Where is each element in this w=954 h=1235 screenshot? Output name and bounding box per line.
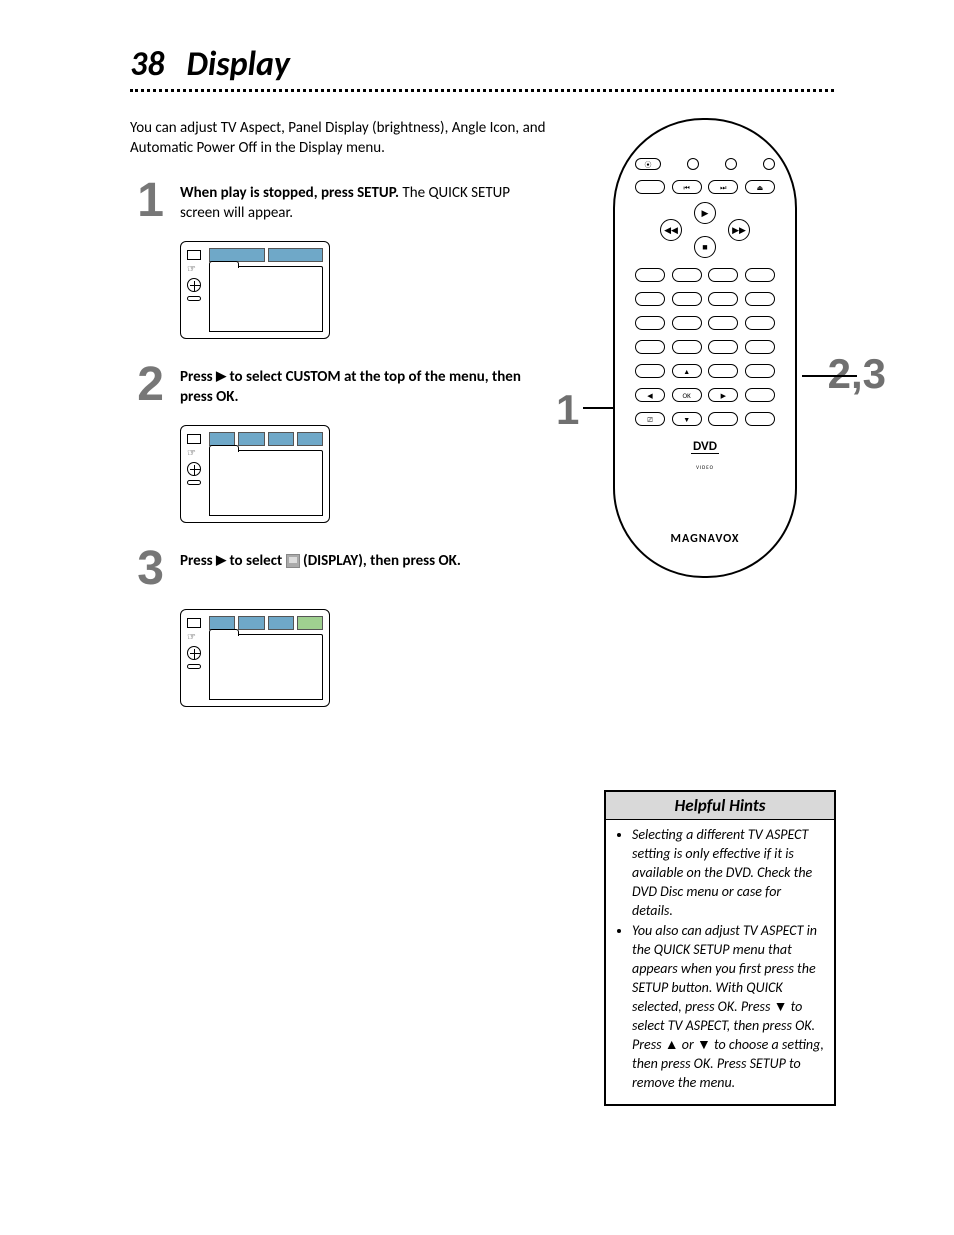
hint-item: Selecting a different TV ASPECT setting … <box>632 826 824 920</box>
screenshot-tabs <box>209 432 323 446</box>
remote-row: ⏮⏭⏏ <box>635 180 775 194</box>
step-3: 3 Press ▶ to select (DISPLAY), then pres… <box>130 545 550 593</box>
screenshot-panel <box>209 634 323 700</box>
step-number: 3 <box>130 545 164 593</box>
screenshot-panel <box>209 266 323 332</box>
screenshot-tabs <box>209 616 323 630</box>
screenshot-2: ☞ <box>180 425 330 523</box>
remote-row <box>635 316 775 330</box>
page-number: 38 <box>130 44 164 85</box>
screenshot-1: ☞ <box>180 241 330 339</box>
remote-nav: ▶ ◀◀ ▶▶ ■ <box>664 204 746 256</box>
remote-row: ▲ <box>635 364 775 378</box>
remote-row <box>635 340 775 354</box>
screenshot-controls: ☞ <box>187 434 205 485</box>
remote-row: ⦿ <box>635 158 775 170</box>
step-2: 2 Press ▶ to select CUSTOM at the top of… <box>130 361 550 409</box>
step-text: Press ▶ to select CUSTOM at the top of t… <box>180 361 550 408</box>
screenshot-controls: ☞ <box>187 618 205 669</box>
right-column: 1 2,3 ⦿ ⏮⏭⏏ ▶ ◀◀ ▶▶ ■ <box>586 118 836 1106</box>
hints-body: Selecting a different TV ASPECT setting … <box>606 820 834 1104</box>
right-arrow-icon: ▶ <box>216 368 226 386</box>
step-text: Press ▶ to select (DISPLAY), then press … <box>180 545 461 571</box>
remote-body: ⦿ ⏮⏭⏏ ▶ ◀◀ ▶▶ ■ ▲ ◀O <box>613 118 797 578</box>
step3-pre: Press <box>180 552 216 570</box>
screenshot-controls: ☞ <box>187 250 205 301</box>
step3-post: (DISPLAY), then press OK. <box>303 552 461 570</box>
remote-row <box>635 292 775 306</box>
step-1: 1 When play is stopped, press SETUP. The… <box>130 177 550 225</box>
hints-title: Helpful Hints <box>606 792 834 820</box>
display-icon <box>286 554 300 568</box>
step2-mid: to select CUSTOM at the top of the menu,… <box>180 368 521 406</box>
step-number: 1 <box>130 177 164 225</box>
page-title: Display <box>186 44 289 85</box>
step3-mid: to select <box>226 552 286 570</box>
remote-row: ◀OK▶ <box>635 388 775 402</box>
content-columns: You can adjust TV Aspect, Panel Display … <box>130 118 834 1106</box>
intro-text: You can adjust TV Aspect, Panel Display … <box>130 118 550 159</box>
dvd-logo: DVD VIDEO <box>635 436 775 474</box>
hint-item: You also can adjust TV ASPECT in the QUI… <box>632 922 824 1092</box>
dvd-text: DVD <box>691 440 719 454</box>
step1-bold: When play is stopped, press SETUP. <box>180 184 399 202</box>
remote-row: ⎚▼ <box>635 412 775 426</box>
screenshot-3: ☞ <box>180 609 330 707</box>
step2-pre: Press <box>180 368 216 386</box>
screenshot-panel <box>209 450 323 516</box>
callout-line <box>802 375 857 377</box>
callout-1: 1 <box>556 386 579 434</box>
step-text: When play is stopped, press SETUP. The Q… <box>180 177 550 224</box>
page-header: 38 Display <box>130 44 834 85</box>
step-number: 2 <box>130 361 164 409</box>
right-arrow-icon: ▶ <box>216 552 226 570</box>
callout-23: 2,3 <box>828 350 886 398</box>
remote-row <box>635 268 775 282</box>
screenshot-tabs <box>209 248 323 262</box>
header-rule <box>130 89 834 92</box>
remote-diagram: 1 2,3 ⦿ ⏮⏭⏏ ▶ ◀◀ ▶▶ ■ <box>580 118 830 578</box>
remote-brand: MAGNAVOX <box>635 532 775 546</box>
left-column: You can adjust TV Aspect, Panel Display … <box>130 118 550 1106</box>
helpful-hints-box: Helpful Hints Selecting a different TV A… <box>604 790 836 1106</box>
dvd-sub: VIDEO <box>696 465 714 471</box>
